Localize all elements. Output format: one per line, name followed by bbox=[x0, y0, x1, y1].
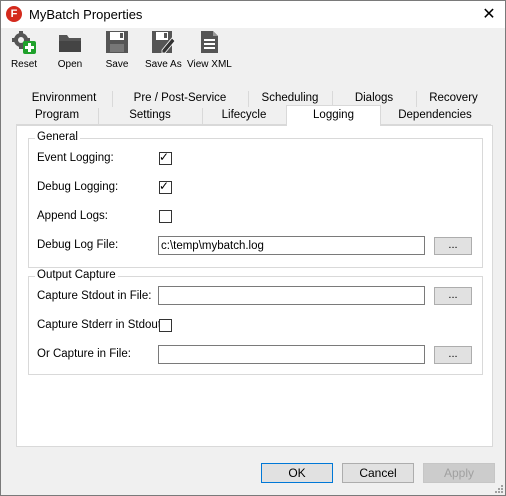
document-icon bbox=[201, 31, 218, 53]
save-as-label: Save As bbox=[145, 59, 182, 70]
title-bar: F MyBatch Properties ✕ bbox=[1, 1, 505, 28]
debug-logging-checkbox[interactable]: ✓ bbox=[159, 179, 172, 194]
folder-open-icon bbox=[59, 35, 81, 52]
reset-button[interactable]: Reset bbox=[7, 30, 41, 72]
debug-log-file-input[interactable]: c:\temp\mybatch.log bbox=[158, 236, 425, 255]
cancel-button[interactable]: Cancel bbox=[342, 463, 414, 483]
checkmark-icon: ✓ bbox=[159, 150, 170, 164]
tab-pre-post-service[interactable]: Pre / Post-Service bbox=[112, 90, 248, 107]
tab-divider bbox=[112, 91, 113, 107]
general-group: General Event Logging: ✓ Debug Logging: … bbox=[28, 131, 483, 268]
output-capture-group: Output Capture Capture Stdout in File: .… bbox=[28, 269, 483, 375]
tab-environment[interactable]: Environment bbox=[16, 90, 112, 107]
capture-stderr-label: Capture Stderr in Stdout: bbox=[37, 319, 165, 331]
tab-divider bbox=[202, 108, 203, 124]
window-title: MyBatch Properties bbox=[29, 7, 143, 22]
or-capture-browse-button[interactable]: ... bbox=[434, 346, 472, 364]
toolbar: Reset Open Save Save As View XML bbox=[1, 28, 505, 72]
tab-lifecycle[interactable]: Lifecycle bbox=[202, 107, 286, 125]
tab-divider bbox=[98, 108, 99, 124]
general-group-title: General bbox=[35, 131, 80, 143]
debug-logging-label: Debug Logging: bbox=[37, 181, 119, 193]
capture-stdout-label: Capture Stdout in File: bbox=[37, 290, 152, 302]
resize-grip-icon[interactable] bbox=[493, 483, 503, 493]
save-label: Save bbox=[105, 59, 129, 70]
tab-settings[interactable]: Settings bbox=[98, 107, 202, 125]
or-capture-file-label: Or Capture in File: bbox=[37, 348, 131, 360]
floppy-disk-icon bbox=[106, 31, 128, 53]
logging-tab-page: General Event Logging: ✓ Debug Logging: … bbox=[16, 125, 493, 447]
tab-dependencies[interactable]: Dependencies bbox=[379, 107, 491, 125]
tab-program[interactable]: Program bbox=[16, 107, 98, 125]
view-xml-label: View XML bbox=[187, 59, 232, 70]
checkmark-icon: ✓ bbox=[159, 179, 170, 193]
capture-stdout-input[interactable] bbox=[158, 286, 425, 305]
tab-divider bbox=[416, 91, 417, 107]
ok-button[interactable]: OK bbox=[261, 463, 333, 483]
event-logging-label: Event Logging: bbox=[37, 152, 114, 164]
save-as-button[interactable]: Save As bbox=[145, 30, 182, 72]
open-button[interactable]: Open bbox=[55, 30, 85, 72]
capture-stderr-checkbox[interactable] bbox=[159, 319, 172, 332]
append-logs-label: Append Logs: bbox=[37, 210, 108, 222]
close-button[interactable]: ✕ bbox=[473, 1, 505, 28]
append-logs-checkbox[interactable] bbox=[159, 210, 172, 223]
app-logo-icon: F bbox=[6, 6, 22, 22]
properties-window: F MyBatch Properties ✕ Reset Open Save S… bbox=[0, 0, 506, 496]
save-as-icon bbox=[152, 31, 176, 54]
reset-label: Reset bbox=[10, 59, 38, 70]
debug-log-file-label: Debug Log File: bbox=[37, 239, 119, 251]
stdout-browse-button[interactable]: ... bbox=[434, 287, 472, 305]
reset-gear-icon bbox=[12, 31, 36, 54]
debug-log-browse-button[interactable]: ... bbox=[434, 237, 472, 255]
apply-button[interactable]: Apply bbox=[423, 463, 495, 483]
event-logging-checkbox[interactable]: ✓ bbox=[159, 150, 172, 165]
save-button[interactable]: Save bbox=[102, 30, 132, 72]
view-xml-button[interactable]: View XML bbox=[187, 30, 232, 72]
output-capture-group-title: Output Capture bbox=[35, 269, 118, 281]
tab-divider bbox=[248, 91, 249, 107]
tab-recovery[interactable]: Recovery bbox=[416, 90, 491, 107]
or-capture-file-input[interactable] bbox=[158, 345, 425, 364]
open-label: Open bbox=[57, 59, 83, 70]
tab-logging[interactable]: Logging bbox=[286, 105, 381, 126]
